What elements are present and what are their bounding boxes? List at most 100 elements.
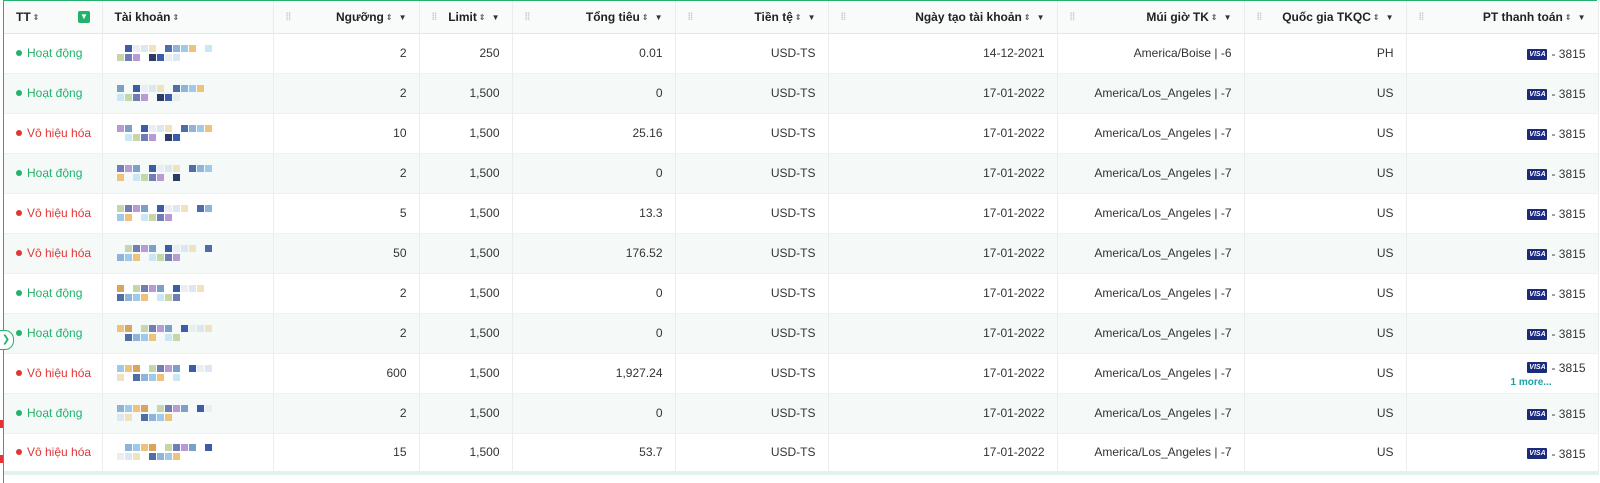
table-row[interactable]: Vô hiệu hóa 15 1,500 53.7 USD-TS 17-01-2022 Am… (4, 433, 1599, 475)
created-date-cell: 17-01-2022 (828, 233, 1058, 274)
status-dot (16, 210, 22, 216)
account-cell[interactable] (102, 393, 274, 434)
chevron-down-icon[interactable]: ▼ (655, 13, 663, 22)
table-row[interactable]: Vô hiệu hóa 600 1,500 1,927.24 USD-TS 17-01-2… (4, 353, 1599, 394)
account-cell[interactable] (102, 33, 274, 74)
chevron-down-icon[interactable]: ▼ (492, 13, 500, 22)
sort-icon[interactable]: ⇕ (173, 13, 180, 22)
limit-cell: 1,500 (419, 73, 513, 114)
drag-handle-icon[interactable]: ⁞⁞ (525, 12, 531, 23)
redacted-account-name (116, 85, 213, 101)
status-cell: Hoạt động (4, 153, 103, 194)
column-label: PT thanh toán (1482, 9, 1563, 24)
payment-method: VISA - 3815 (1527, 47, 1586, 61)
sort-icon[interactable]: ⇕ (1565, 13, 1572, 22)
column-header-total-spend[interactable]: ⁞⁞ Tổng tiêu ⇕ ▼ (512, 1, 676, 34)
column-header-threshold[interactable]: ⁞⁞ Ngưỡng ⇕ ▼ (273, 1, 420, 34)
currency-cell: USD-TS (675, 313, 829, 354)
country-cell: US (1244, 113, 1407, 154)
visa-icon: VISA (1527, 288, 1548, 300)
created-date-cell: 17-01-2022 (828, 433, 1058, 475)
drag-handle-icon[interactable]: ⁞⁞ (1257, 12, 1263, 23)
account-cell[interactable] (102, 193, 274, 234)
visa-icon: VISA (1527, 88, 1548, 100)
status-label: Vô hiệu hóa (27, 126, 92, 140)
drag-handle-icon[interactable]: ⁞⁞ (1070, 12, 1076, 23)
status-label: Hoạt động (27, 46, 83, 60)
table-row[interactable]: Vô hiệu hóa 5 1,500 13.3 USD-TS 17-01-2022 Ame… (4, 193, 1599, 234)
created-date-cell: 17-01-2022 (828, 393, 1058, 434)
status-cell: Hoạt động (4, 33, 103, 74)
sort-icon[interactable]: ⇕ (386, 13, 393, 22)
timezone-cell: America/Los_Angeles | -7 (1057, 313, 1245, 354)
drag-handle-icon[interactable]: ⁞⁞ (688, 12, 694, 23)
threshold-cell: 15 (273, 433, 420, 475)
edge-marker (0, 420, 3, 428)
table-row[interactable]: Hoạt động 2 1,500 0 USD-TS 17-01-2022 America/… (4, 273, 1599, 314)
country-cell: US (1244, 393, 1407, 434)
card-last-digits: - 3815 (1551, 87, 1586, 102)
sort-icon[interactable]: ⇕ (1024, 13, 1031, 22)
column-header-account[interactable]: Tài khoản ⇕ (102, 1, 274, 34)
sort-icon[interactable]: ⇕ (1211, 13, 1218, 22)
column-header-created-date[interactable]: ⁞⁞ Ngày tạo tài khoản ⇕ ▼ (828, 1, 1058, 34)
account-cell[interactable] (102, 273, 274, 314)
country-cell: US (1244, 233, 1407, 274)
chevron-down-icon[interactable]: ▼ (1037, 13, 1045, 22)
column-header-currency[interactable]: ⁞⁞ Tiền tệ ⇕ ▼ (675, 1, 829, 34)
account-cell[interactable] (102, 433, 274, 475)
column-header-payment[interactable]: ⁞⁞ PT thanh toán ⇕ ▼ (1406, 1, 1599, 34)
visa-icon: VISA (1527, 128, 1548, 140)
sort-icon[interactable]: ⇕ (33, 13, 40, 22)
column-header-timezone[interactable]: ⁞⁞ Múi giờ TK ⇕ ▼ (1057, 1, 1245, 34)
sort-icon[interactable]: ⇕ (479, 13, 486, 22)
table-row[interactable]: Hoạt động 2 1,500 0 USD-TS 17-01-2022 America/… (4, 153, 1599, 194)
currency-cell: USD-TS (675, 113, 829, 154)
card-last-digits: - 3815 (1551, 287, 1586, 302)
payment-cell: VISA - 3815 (1406, 153, 1599, 194)
table-row[interactable]: Hoạt động 2 1,500 0 USD-TS 17-01-2022 America/… (4, 393, 1599, 434)
card-last-digits: - 3815 (1551, 327, 1586, 342)
account-cell[interactable] (102, 233, 274, 274)
account-cell[interactable] (102, 113, 274, 154)
account-cell[interactable] (102, 313, 274, 354)
account-cell[interactable] (102, 73, 274, 114)
sort-icon[interactable]: ⇕ (1373, 13, 1380, 22)
column-header-status[interactable]: TT ⇕ ▼ (4, 1, 103, 34)
status-dot (16, 50, 22, 56)
chevron-down-icon[interactable]: ▼ (808, 13, 816, 22)
currency-cell: USD-TS (675, 33, 829, 74)
account-cell[interactable] (102, 153, 274, 194)
drag-handle-icon[interactable]: ⁞⁞ (841, 12, 847, 23)
filter-icon[interactable]: ▼ (78, 11, 90, 23)
total-spend-cell: 0 (512, 313, 676, 354)
status-label: Hoạt động (27, 166, 83, 180)
table-row[interactable]: Hoạt động 2 1,500 0 USD-TS 17-01-2022 America/… (4, 73, 1599, 114)
status-cell: Vô hiệu hóa (4, 193, 103, 234)
table-body: Hoạt động 2 250 0.01 USD-TS 14-12-2021 America… (4, 33, 1599, 475)
column-header-limit[interactable]: ⁞⁞ Limit ⇕ ▼ (419, 1, 513, 34)
card-last-digits: - 3815 (1551, 247, 1586, 262)
chevron-down-icon[interactable]: ▼ (1224, 13, 1232, 22)
sort-icon[interactable]: ⇕ (795, 13, 802, 22)
status-dot (16, 90, 22, 96)
drag-handle-icon[interactable]: ⁞⁞ (1419, 12, 1425, 23)
table-row[interactable]: Hoạt động 2 1,500 0 USD-TS 17-01-2022 America/… (4, 313, 1599, 354)
timezone-cell: America/Los_Angeles | -7 (1057, 193, 1245, 234)
account-cell[interactable] (102, 353, 274, 394)
drag-handle-icon[interactable]: ⁞⁞ (286, 12, 292, 23)
table-row[interactable]: Hoạt động 2 250 0.01 USD-TS 14-12-2021 America… (4, 33, 1599, 74)
chevron-down-icon[interactable]: ▼ (1386, 13, 1394, 22)
visa-icon: VISA (1527, 168, 1548, 180)
more-payment-link[interactable]: 1 more... (1419, 377, 1586, 388)
table-row[interactable]: Vô hiệu hóa 50 1,500 176.52 USD-TS 17-01-2022… (4, 233, 1599, 274)
chevron-down-icon[interactable]: ▼ (1578, 13, 1586, 22)
column-header-country[interactable]: ⁞⁞ Quốc gia TKQC ⇕ ▼ (1244, 1, 1407, 34)
payment-cell: VISA - 3815 (1406, 33, 1599, 74)
table-row[interactable]: Vô hiệu hóa 10 1,500 25.16 USD-TS 17-01-2022 A… (4, 113, 1599, 154)
chevron-down-icon[interactable]: ▼ (399, 13, 407, 22)
threshold-cell: 2 (273, 73, 420, 114)
sort-icon[interactable]: ⇕ (642, 13, 649, 22)
drag-handle-icon[interactable]: ⁞⁞ (432, 12, 438, 23)
limit-cell: 1,500 (419, 313, 513, 354)
